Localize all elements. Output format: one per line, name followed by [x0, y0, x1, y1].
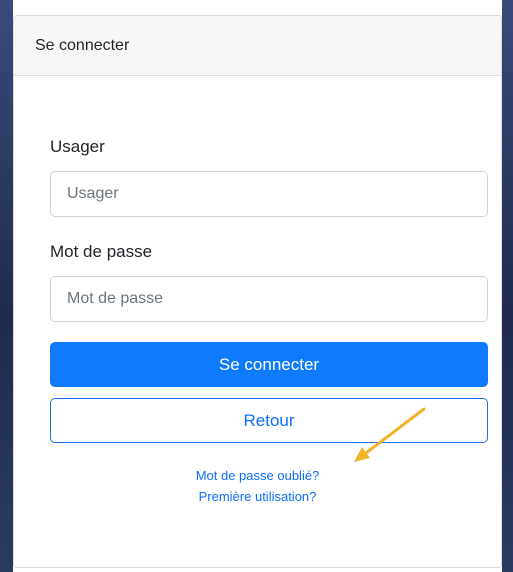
annotation-arrow-icon [354, 407, 426, 462]
annotation-arrow-shaft [360, 407, 426, 458]
annotation-arrow-head [354, 447, 370, 462]
